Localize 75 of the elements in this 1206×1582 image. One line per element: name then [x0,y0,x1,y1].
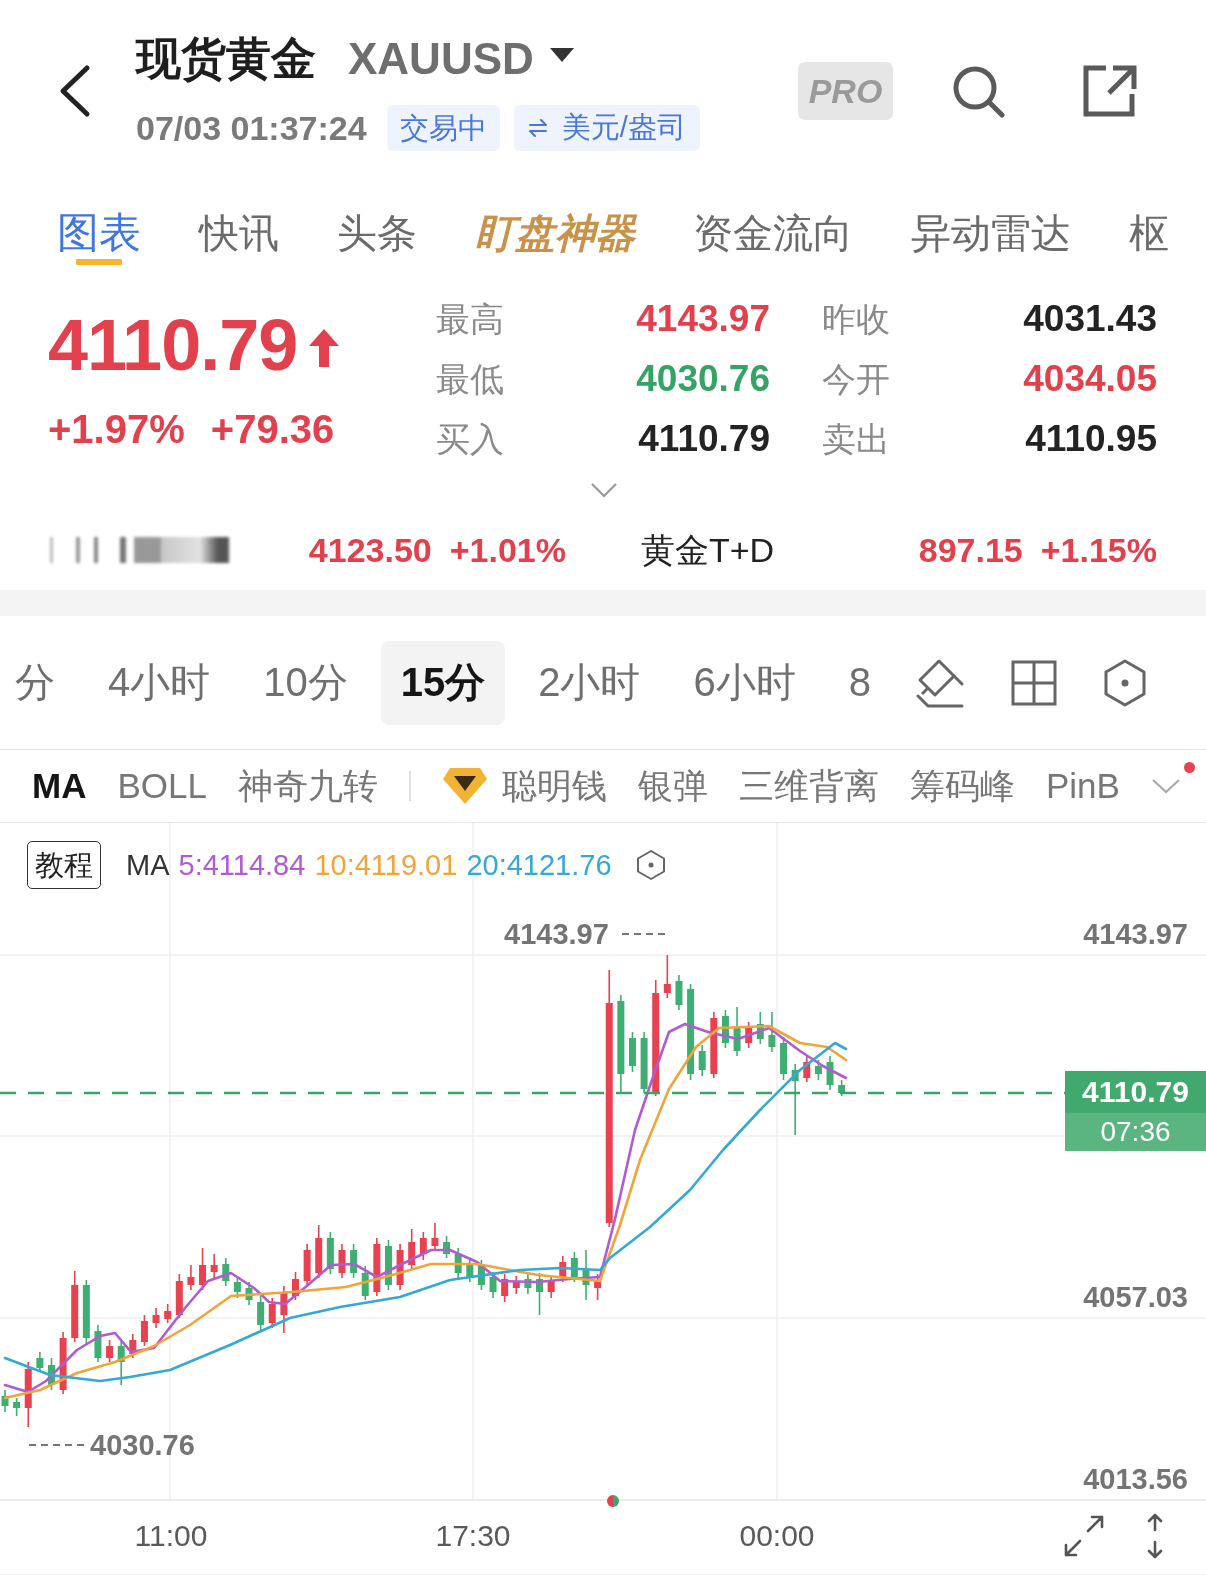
stat-value: 4110.95 [1025,418,1157,460]
search-icon[interactable] [951,64,1005,118]
stat-label: 买入 [436,419,504,459]
stat-value: 4110.79 [638,418,770,460]
hexagon-icon[interactable] [1103,658,1147,707]
tab[interactable]: 资金流向 [693,180,853,268]
stat-value: 4031.43 [1023,298,1157,340]
indicator-tab[interactable]: 筹码峰 [909,765,1015,807]
tab[interactable]: 异动雷达 [911,180,1071,268]
change-value: +79.36 [210,409,335,449]
grid-icon[interactable] [1011,659,1057,706]
time-axis-label: 17:30 [434,1519,512,1553]
chevron-down-icon[interactable] [590,482,618,498]
change-percent: +1.97% [48,409,185,449]
price-axis-label: 4013.56 [1083,1462,1188,1496]
unit-switch-button[interactable]: 美元/盎司 [513,105,700,151]
indicator-tab[interactable]: 神奇九转 [237,765,378,807]
moving-average-value: 5:4114.84 [178,848,306,882]
moving-average-value: 10:4119.01 [314,848,458,882]
low-price-label: 4030.76 [90,1428,195,1462]
interval-tab[interactable]: 10分 [243,640,368,725]
interval-tab[interactable]: 6小时 [673,640,816,725]
price-axis-label: 4143.97 [1083,917,1188,951]
last-price-tag: 4110.79 [1065,1071,1206,1113]
leader-line [28,1444,87,1446]
stat-value: 4030.76 [636,358,770,400]
stat-label: 今开 [822,359,890,399]
tab[interactable]: 快讯 [199,180,279,268]
indicator-name: MA [126,848,170,882]
time-axis-label: 00:00 [738,1519,816,1553]
symbol-dropdown[interactable]: XAUUSD [348,30,574,88]
indicator-tab[interactable]: 聪明钱 [441,765,607,807]
indicator-tab[interactable]: MA [32,765,87,807]
stat-value: 4143.97 [636,298,770,340]
tutorial-button[interactable]: 教程 [27,841,101,889]
page-title: 现货黄金 [136,32,316,86]
indicator-tab[interactable]: 银弹 [637,765,708,807]
instrument-change: +1.01% [449,530,566,570]
expand-icon[interactable] [1062,1515,1106,1557]
interval-tab[interactable]: 15分 [380,640,506,725]
stat-label: 卖出 [822,419,890,459]
interval-tab[interactable]: 4小时 [88,640,231,725]
event-marker-icon[interactable] [607,1495,619,1507]
tab[interactable]: 头条 [337,180,417,268]
stat-value: 4034.05 [1023,358,1157,400]
indicator-tab[interactable]: BOLL [117,765,207,807]
status-badge: 交易中 [386,105,500,151]
stat-label: 最低 [436,359,504,399]
indicator-tab[interactable]: 三维背离 [738,765,879,807]
indicator-tab[interactable]: PinB [1045,765,1120,807]
pencil-icon[interactable] [915,657,965,708]
instrument-name: 黄金T+D [641,530,775,570]
up-down-arrow-icon[interactable] [1146,1513,1164,1559]
moving-average-value: 20:4121.76 [466,848,612,882]
caret-icon [549,48,574,62]
hexagon-icon[interactable] [635,849,666,881]
interval-tab[interactable]: 2小时 [518,640,661,725]
tab[interactable]: 枢 [1129,180,1169,268]
timestamp: 07/03 01:37:24 [136,108,367,149]
instrument-change: +1.15% [1040,530,1157,570]
stat-label: 昨收 [822,299,890,339]
instrument-price: 4123.50 [308,530,432,570]
diamond-icon [441,766,488,806]
share-icon[interactable] [1082,64,1138,118]
instrument-price: 897.15 [918,530,1023,570]
high-price-label: 4143.97 [504,917,609,951]
countdown-tag: 07:36 [1065,1113,1206,1151]
stat-label: 最高 [436,299,504,339]
time-axis-label: 11:00 [133,1519,209,1553]
tab[interactable]: 图表 [57,180,141,268]
swap-icon [527,119,548,137]
interval-tab[interactable]: 8 [828,640,891,725]
interval-tab[interactable]: 分 [0,640,75,725]
last-price: 4110.79 [48,309,298,381]
price-axis-label: 4057.03 [1083,1280,1188,1314]
